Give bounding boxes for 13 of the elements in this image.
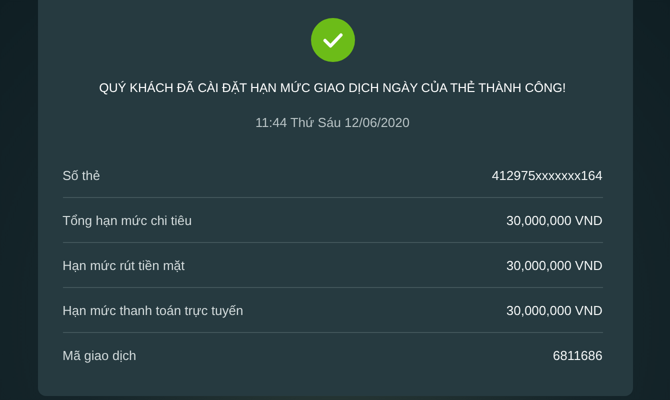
detail-label: Tổng hạn mức chi tiêu (62, 212, 192, 228)
detail-value: 30,000,000 VND (506, 302, 602, 318)
transaction-datetime: 11:44 Thứ Sáu 12/06/2020 (255, 115, 410, 130)
detail-label: Số thẻ (62, 168, 100, 182)
success-message: QUÝ KHÁCH ĐÃ CÀI ĐẶT HẠN MỨC GIAO DỊCH NGÀY CỦA THẺ THÀNH CÔNG! (99, 81, 566, 95)
success-check-icon (310, 18, 354, 62)
detail-label: Hạn mức thanh toán trực tuyến (62, 302, 244, 318)
detail-value: 30,000,000 VND (506, 212, 602, 228)
detail-value: 6811686 (552, 348, 602, 362)
detail-value: 412975xxxxxxx164 (492, 168, 602, 182)
detail-label: Mã giao dịch (62, 348, 136, 362)
detail-value: 30,000,000 VND (506, 258, 602, 272)
detail-label: Hạn mức rút tiền mặt (62, 258, 185, 272)
